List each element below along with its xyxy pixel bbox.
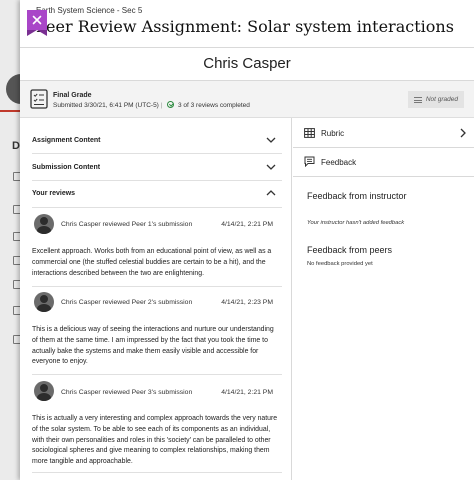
student-name: Chris Casper (203, 55, 291, 72)
review-date: 4/14/21, 2:23 PM (221, 299, 273, 306)
panel-header: Earth System Science - Sec 5 Peer Review… (20, 0, 474, 48)
avatar (34, 214, 54, 234)
grade-details: Submitted 3/30/21, 6:41 PM (UTC-5) | 3 o… (53, 101, 250, 109)
feedback-button[interactable]: Feedback (293, 147, 474, 177)
background-divider (0, 110, 20, 112)
final-grade-label: Final Grade (53, 92, 92, 99)
your-reviews-toggle[interactable]: Your reviews (32, 181, 282, 207)
instructor-feedback-note: Your instructor hasn't added feedback (307, 220, 405, 226)
peer-feedback-heading: Feedback from peers (307, 245, 393, 255)
reviews-completed: 3 of 3 reviews completed (177, 102, 250, 109)
review-date: 4/14/21, 2:21 PM (221, 389, 273, 396)
peer-feedback-note: No feedback provided yet (307, 261, 373, 267)
divider (32, 286, 282, 287)
avatar (34, 381, 54, 401)
page-title: Peer Review Assignment: Solar system int… (36, 17, 454, 36)
review-title: Chris Casper reviewed Peer 3's submissio… (61, 389, 193, 396)
review-title: Chris Casper reviewed Peer 2's submissio… (61, 299, 193, 306)
review-title: Chris Casper reviewed Peer 1's submissio… (61, 221, 193, 228)
divider (32, 472, 282, 473)
rubric-grid-icon (304, 128, 315, 138)
close-button[interactable] (27, 10, 47, 30)
peer-review-panel: Earth System Science - Sec 5 Peer Review… (20, 0, 474, 480)
rubric-button[interactable]: Rubric (293, 118, 474, 148)
section-label: Your reviews (32, 190, 76, 197)
grade-status-badge: Not graded (407, 91, 464, 108)
section-label: Assignment Content (32, 137, 101, 144)
assignment-content-toggle[interactable]: Assignment Content (32, 128, 282, 154)
grade-status-text: Not graded (425, 96, 458, 103)
feedback-column: Rubric Feedback Feedback from instructor… (293, 118, 474, 480)
feedback-speech-icon (304, 156, 315, 167)
avatar (34, 292, 54, 312)
check-circle-icon (167, 101, 175, 108)
review-date: 4/14/21, 2:21 PM (221, 221, 273, 228)
instructor-feedback-heading: Feedback from instructor (307, 191, 407, 201)
rubric-label: Rubric (321, 129, 345, 138)
chevron-up-icon (266, 190, 276, 196)
feedback-label: Feedback (321, 158, 357, 167)
review-text: This is actually a very interesting and … (32, 415, 278, 466)
chevron-down-icon (266, 137, 276, 143)
close-icon (32, 15, 42, 25)
course-name: Earth System Science - Sec 5 (36, 6, 143, 15)
review-text: Excellent approach. Works both from an e… (32, 248, 272, 277)
grade-summary: Final Grade Submitted 3/30/21, 6:41 PM (… (20, 81, 474, 118)
background-app: D (0, 0, 36, 480)
submission-content-toggle[interactable]: Submission Content (32, 155, 282, 181)
document-list-icon (30, 89, 48, 109)
background-nav-letter: D (12, 140, 20, 152)
divider (32, 374, 282, 375)
section-label: Submission Content (32, 164, 101, 171)
close-tab-tail (27, 30, 47, 36)
grade-pill-icon (413, 96, 422, 103)
submitted-timestamp: Submitted 3/30/21, 6:41 PM (UTC-5) (53, 102, 159, 109)
chevron-right-icon (460, 128, 466, 138)
chevron-down-icon (266, 164, 276, 170)
submission-column: Assignment Content Submission Content Yo… (20, 118, 292, 480)
review-text: This is a delicious way of seeing the in… (32, 326, 274, 366)
divider (32, 207, 282, 208)
